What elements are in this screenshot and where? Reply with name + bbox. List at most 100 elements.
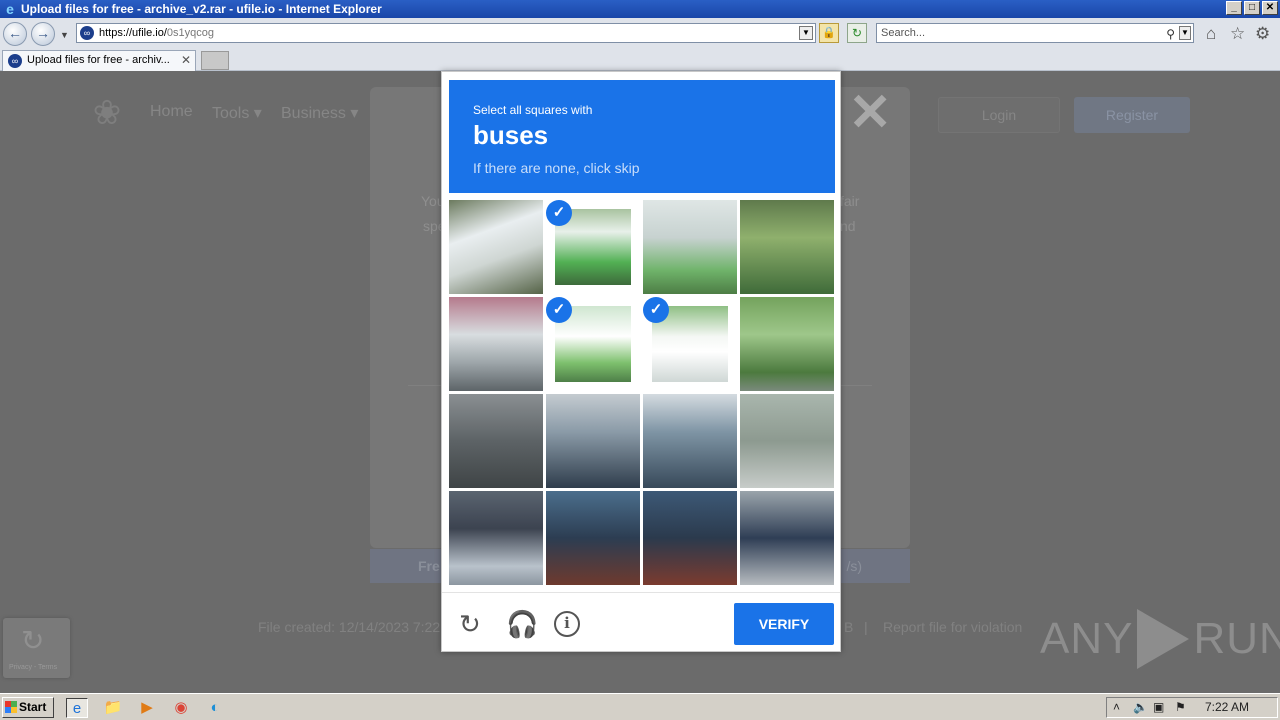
captcha-tile[interactable] — [643, 491, 737, 585]
start-button[interactable]: Start — [2, 697, 54, 718]
captcha-tile[interactable]: ✓ — [546, 297, 640, 391]
recaptcha-badge-text: Privacy - Terms — [9, 664, 58, 671]
file-created-text: File created: 12/14/2023 7:22 — [258, 619, 441, 635]
history-dropdown-icon[interactable]: ▼ — [60, 30, 69, 40]
captcha-tile[interactable] — [449, 200, 543, 294]
restore-button[interactable]: □ — [1244, 1, 1260, 15]
chrome-icon[interactable]: ◉ — [170, 698, 192, 718]
tab-close-icon[interactable]: ✕ — [181, 51, 191, 70]
network-icon[interactable]: ▣ — [1153, 700, 1164, 714]
internet-explorer-icon: e — [6, 1, 14, 17]
search-placeholder: Search... — [881, 27, 926, 39]
tile-image — [546, 491, 640, 585]
dialog-text-fragment: nd — [840, 218, 856, 234]
media-player-icon[interactable]: ▶ — [136, 698, 158, 718]
minimize-button[interactable]: _ — [1226, 1, 1242, 15]
tile-image — [643, 394, 737, 488]
play-logo-icon — [1137, 609, 1190, 669]
address-input[interactable]: ∞ https://ufile.io/0s1yqcog ▼ — [76, 23, 816, 43]
tile-image — [449, 200, 543, 294]
window-titlebar: e Upload files for free - archive_v2.rar… — [0, 0, 1280, 18]
dialog-close-icon[interactable]: ✕ — [848, 87, 892, 139]
nav-business[interactable]: Business ▾ — [281, 103, 358, 123]
captcha-tile[interactable] — [740, 297, 834, 391]
challenge-instruction: Select all squares with — [473, 103, 593, 117]
recaptcha-logo-icon: ↻ — [21, 625, 45, 656]
start-label: Start — [19, 700, 47, 714]
headphones-icon[interactable]: 🎧 — [506, 611, 538, 637]
captcha-tile[interactable] — [643, 200, 737, 294]
home-icon[interactable]: ⌂ — [1206, 24, 1216, 44]
clock: 7:22 AM — [1204, 700, 1249, 714]
close-button[interactable]: ✕ — [1262, 1, 1278, 15]
challenge-footer: ↻ 🎧 i VERIFY — [442, 592, 840, 652]
captcha-tile[interactable] — [546, 491, 640, 585]
internet-explorer-taskbar-icon[interactable]: e — [66, 698, 88, 718]
tray-expand-icon[interactable]: ˄ — [1113, 700, 1120, 714]
tile-image — [546, 394, 640, 488]
nav-home[interactable]: Home — [150, 103, 193, 121]
captcha-tile[interactable]: ✓ — [643, 297, 737, 391]
edge-icon[interactable]: ◐ — [204, 698, 226, 718]
watermark-right: RUN — [1193, 614, 1280, 663]
watermark-left: ANY — [1040, 614, 1134, 663]
search-icon[interactable]: ⚲ — [1166, 25, 1175, 43]
search-input[interactable]: Search... ⚲ ▼ — [876, 23, 1194, 43]
address-dropdown-icon[interactable]: ▼ — [799, 26, 813, 40]
tile-image — [740, 297, 834, 391]
captcha-tile[interactable] — [740, 394, 834, 488]
recaptcha-badge[interactable]: ↻ Privacy - Terms — [3, 618, 70, 678]
address-toolbar: ← → ▼ ∞ https://ufile.io/0s1yqcog ▼ 🔒 ↻ … — [0, 18, 1280, 48]
site-favicon-icon: ∞ — [80, 26, 94, 40]
volume-icon[interactable]: 🔈 — [1133, 700, 1148, 714]
free-download-label: Fre — [418, 558, 440, 574]
checkmark-icon: ✓ — [643, 297, 669, 323]
gear-icon[interactable]: ⚙ — [1255, 24, 1270, 44]
lock-icon[interactable]: 🔒 — [819, 23, 839, 43]
tile-image — [740, 200, 834, 294]
back-button[interactable]: ← — [3, 22, 27, 46]
tile-image — [643, 491, 737, 585]
checkmark-icon: ✓ — [546, 297, 572, 323]
captcha-tile[interactable] — [643, 394, 737, 488]
tile-image — [643, 200, 737, 294]
captcha-tile[interactable] — [740, 200, 834, 294]
reload-icon[interactable]: ↻ — [459, 611, 481, 637]
captcha-tile[interactable] — [449, 394, 543, 488]
refresh-button[interactable]: ↻ — [847, 23, 867, 43]
windows-logo-icon — [5, 701, 17, 713]
new-tab-button[interactable] — [201, 51, 229, 70]
captcha-tile[interactable] — [546, 394, 640, 488]
challenge-header: Select all squares with buses If there a… — [449, 80, 835, 193]
tile-image — [740, 491, 834, 585]
captcha-tile[interactable] — [449, 491, 543, 585]
challenge-target: buses — [473, 120, 549, 150]
site-logo-icon[interactable]: ❀ — [84, 95, 130, 131]
login-button[interactable]: Login — [938, 97, 1060, 133]
verify-button[interactable]: VERIFY — [734, 603, 834, 645]
info-icon[interactable]: i — [554, 611, 580, 637]
favorites-star-icon[interactable]: ☆ — [1230, 24, 1245, 44]
captcha-tile[interactable]: ✓ — [546, 200, 640, 294]
tile-image — [449, 394, 543, 488]
captcha-tile[interactable] — [449, 297, 543, 391]
checkmark-icon: ✓ — [546, 200, 572, 226]
tab-strip: ∞ Upload files for free - archiv... ✕ — [0, 48, 1280, 71]
captcha-tile[interactable] — [740, 491, 834, 585]
dialog-text-fragment: fair — [840, 193, 860, 209]
register-button[interactable]: Register — [1074, 97, 1190, 133]
nav-tools[interactable]: Tools ▾ — [212, 103, 262, 123]
folder-icon[interactable]: 📁 — [102, 698, 124, 718]
tile-image — [449, 297, 543, 391]
action-center-flag-icon[interactable]: ⚑ — [1175, 700, 1186, 714]
tile-image — [449, 491, 543, 585]
tab-active[interactable]: ∞ Upload files for free - archiv... ✕ — [2, 50, 196, 71]
system-tray: ˄ 🔈 ▣ ⚑ 7:22 AM — [1106, 697, 1278, 718]
url-path: 0s1yqcog — [166, 27, 214, 39]
image-tile-grid: ✓ ✓ ✓ — [449, 200, 835, 586]
search-dropdown-icon[interactable]: ▼ — [1179, 26, 1191, 40]
forward-button[interactable]: → — [31, 22, 55, 46]
url-host: https://ufile.io/ — [99, 27, 167, 39]
report-violation-link[interactable]: Report file for violation — [883, 619, 1022, 635]
challenge-hint: If there are none, click skip — [473, 160, 640, 176]
